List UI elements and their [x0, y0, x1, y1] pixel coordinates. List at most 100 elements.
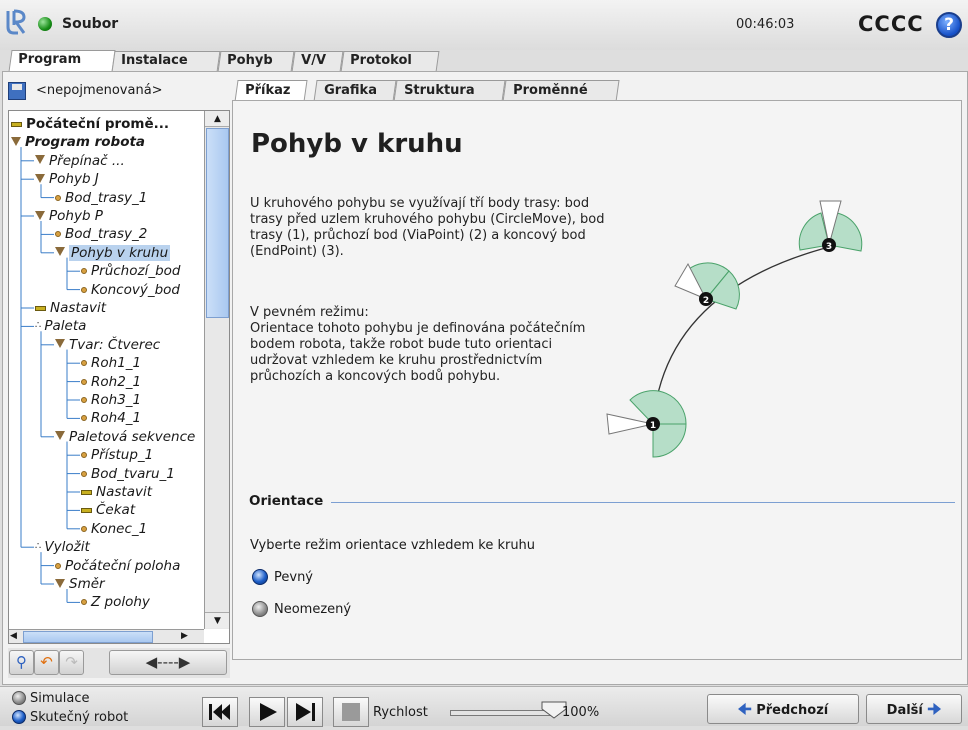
tree-node[interactable]: Přístup_1 [81, 446, 153, 464]
tree-horizontal-scrollbar[interactable]: ◀ ▶ [9, 629, 204, 643]
tree-node[interactable]: Z polohy [81, 593, 150, 611]
tree-node-label: Konec_1 [91, 520, 148, 537]
move-node-icon[interactable]: ◀----▶ [109, 650, 227, 675]
tab-installation[interactable]: Instalace [111, 51, 221, 72]
help-button[interactable]: ? [936, 12, 962, 38]
tree-node[interactable]: Nastavit [35, 299, 106, 317]
tree-node[interactable]: Bod_trasy_1 [55, 189, 147, 207]
tree-node[interactable]: Tvar: Čtverec [55, 336, 160, 354]
tree-node[interactable]: Konec_1 [81, 520, 147, 538]
redo-icon[interactable]: ↷ [59, 650, 84, 675]
next-button[interactable]: Další 🠊 [866, 694, 962, 724]
tree-node[interactable]: ∴ Vyložit [35, 538, 90, 556]
tree-node-label: Pohyb J [49, 171, 99, 188]
tree-node[interactable]: Směr [55, 575, 105, 593]
step-button[interactable] [287, 697, 323, 727]
step-forward-icon [296, 703, 315, 721]
tree-node[interactable]: Přepínač ... [35, 152, 125, 170]
save-icon[interactable] [8, 82, 26, 100]
tree-node-label: Nastavit [50, 300, 107, 316]
tree-node-label: Počáteční promě... [26, 116, 170, 132]
radio-label: Neomezený [274, 602, 352, 617]
tab-io[interactable]: V/V [291, 51, 344, 72]
tree-node[interactable]: Roh3_1 [81, 391, 141, 409]
previous-button[interactable]: 🠈 Předchozí [707, 694, 859, 724]
tab-graphics[interactable]: Grafika [313, 80, 397, 102]
undo-icon[interactable]: ↶ [34, 650, 59, 675]
radio-unselected-icon[interactable] [12, 690, 26, 705]
tab-label: Protokol [350, 53, 412, 68]
set-node-icon [81, 489, 92, 495]
scroll-thumb[interactable] [23, 631, 153, 643]
play-button[interactable] [249, 697, 285, 727]
tree-node[interactable]: Počáteční promě... [11, 115, 169, 133]
radio-unselected-icon[interactable] [252, 600, 268, 617]
tree-node[interactable]: Program robota [11, 133, 145, 151]
scroll-thumb[interactable] [206, 128, 229, 318]
waypoint-icon [81, 286, 87, 293]
tab-move[interactable]: Pohyb [217, 51, 295, 72]
tree-node-label: Nastavit [96, 484, 153, 500]
tree-node[interactable]: Paletová sekvence [55, 428, 195, 446]
tree-node[interactable]: Počáteční poloha [55, 557, 180, 575]
robot-name: CCCC [858, 12, 924, 36]
radio-fixed[interactable]: Pevný [252, 568, 313, 589]
tree-node[interactable]: Roh1_1 [81, 354, 141, 372]
rewind-button[interactable] [202, 697, 238, 727]
robot-status-icon [38, 17, 52, 31]
arrow-left-icon: 🠈 [737, 700, 752, 718]
triangle-node-icon [35, 155, 45, 165]
tab-label: Grafika [324, 83, 377, 98]
tree-node-label: Pohyb v kruhu [69, 244, 171, 261]
tree-node-label: Bod_tvaru_1 [91, 465, 175, 482]
tree-node[interactable]: Roh4_1 [81, 409, 141, 427]
orientation-sector [652, 423, 687, 458]
tree-node[interactable]: Pohyb P [35, 207, 103, 225]
tab-command[interactable]: Příkaz [234, 80, 308, 102]
mode-real-robot[interactable]: Skutečný robot [12, 709, 128, 725]
tab-log[interactable]: Protokol [340, 51, 440, 72]
section-divider [249, 502, 955, 503]
tab-label: Pohyb [227, 53, 273, 68]
tab-program[interactable]: Program [8, 50, 116, 72]
tree-node[interactable]: Pohyb J [35, 170, 99, 188]
tab-label: Proměnné [513, 83, 588, 98]
radio-selected-icon[interactable] [12, 709, 26, 724]
program-tree[interactable]: Počáteční promě... Program robota Přepínač… [8, 110, 230, 644]
tab-variables[interactable]: Proměnné [502, 80, 620, 102]
tab-structure[interactable]: Struktura [393, 80, 506, 102]
tree-node-label: Paleta [44, 318, 87, 335]
tree-node[interactable]: Bod_tvaru_1 [81, 465, 175, 483]
triangle-node-icon [35, 173, 45, 183]
point-label: 1 [650, 421, 656, 431]
arrow-right-icon: 🠊 [927, 700, 942, 718]
tree-node[interactable]: Pohyb v kruhu [55, 244, 171, 262]
search-icon[interactable]: ⚲ [9, 650, 34, 675]
pallet-icon: ∴ [35, 320, 41, 332]
tab-label: V/V [301, 53, 327, 68]
tree-node[interactable]: Bod_trasy_2 [55, 225, 147, 243]
ur-logo-icon [6, 9, 26, 35]
orientation-section: Orientace [249, 493, 955, 513]
tree-toolbar: ⚲ ↶ ↷ ◀----▶ [8, 648, 230, 678]
tree-node[interactable]: Nastavit [81, 483, 152, 501]
mode-simulation[interactable]: Simulace [12, 690, 90, 706]
stop-button[interactable] [333, 697, 369, 727]
point-label: 2 [703, 296, 709, 306]
scroll-up-arrow-icon[interactable]: ▲ [205, 111, 229, 127]
tree-node[interactable]: ∴ Paleta [35, 317, 86, 335]
tree-node[interactable]: Průchozí_bod [81, 262, 180, 280]
radio-unconstrained[interactable]: Neomezený [252, 600, 352, 621]
radio-selected-icon[interactable] [252, 568, 268, 585]
tree-node[interactable]: Roh2_1 [81, 373, 141, 391]
tree-vertical-scrollbar[interactable]: ▲ ▼ [204, 111, 229, 629]
file-menu[interactable]: Soubor [62, 16, 118, 32]
scroll-left-arrow-icon[interactable]: ◀ [10, 631, 17, 641]
program-header: <nepojmenovaná> [8, 80, 228, 102]
tree-node[interactable]: Koncový_bod [81, 281, 180, 299]
tree-node[interactable]: Čekat [81, 501, 135, 519]
triangle-node-icon [55, 431, 65, 441]
scroll-down-arrow-icon[interactable]: ▼ [205, 612, 229, 628]
scroll-right-arrow-icon[interactable]: ▶ [181, 631, 188, 641]
tree-node-label: Tvar: Čtverec [69, 336, 161, 353]
